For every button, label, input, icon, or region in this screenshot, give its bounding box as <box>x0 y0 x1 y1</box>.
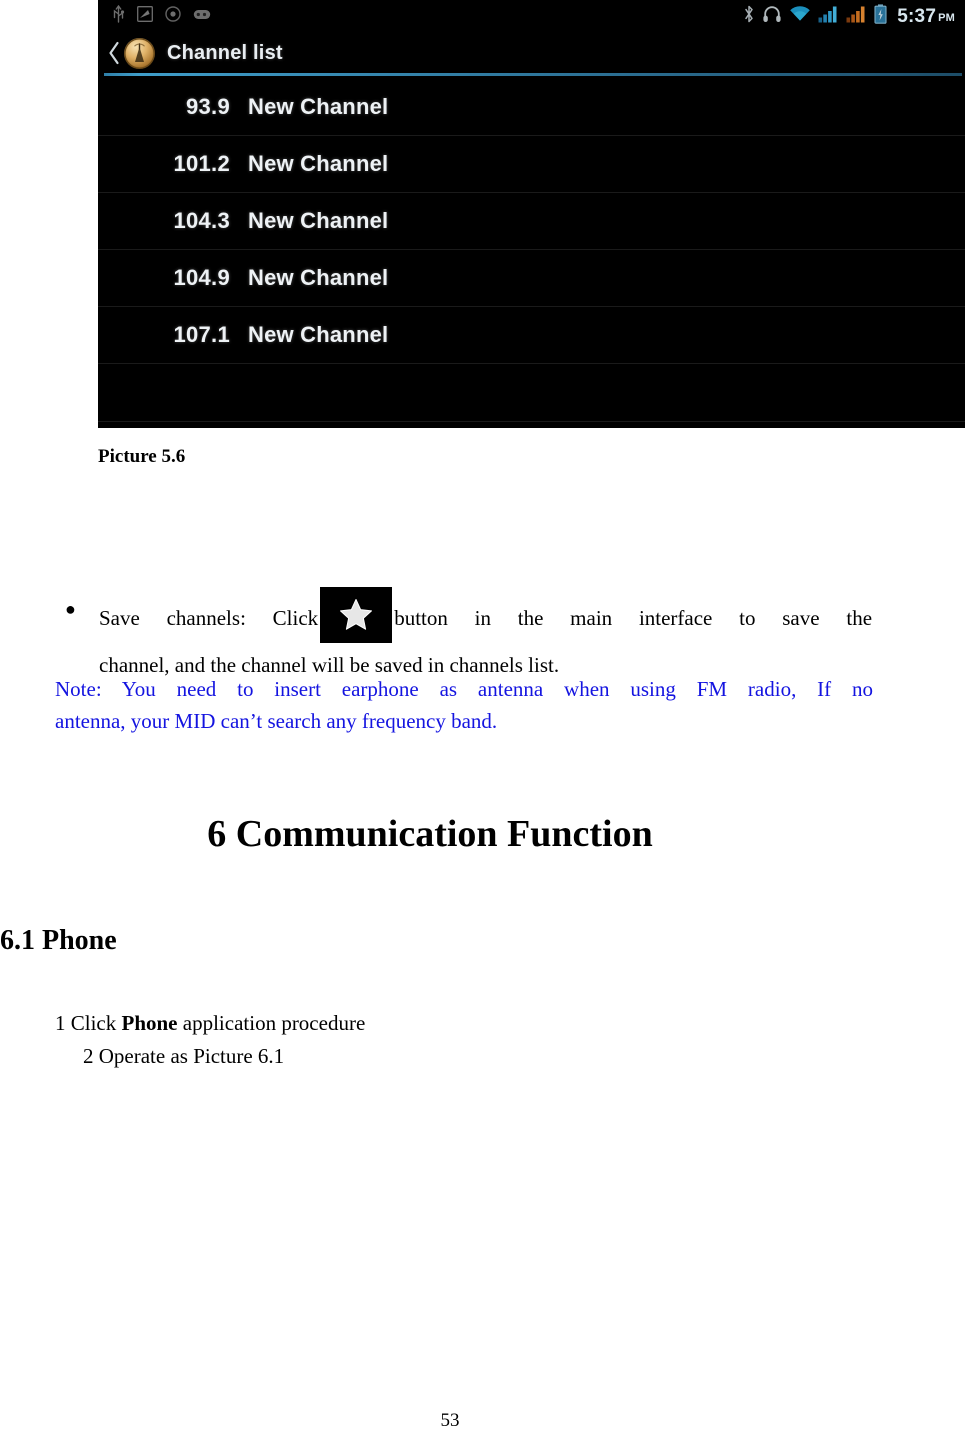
back-chevron-icon[interactable] <box>106 40 122 66</box>
bullet-marker: ● <box>65 599 76 619</box>
status-bar: 5:37 PM <box>98 0 965 33</box>
step-one: 1 Click Phone application procedure <box>55 1011 365 1036</box>
save-channels-bullet: ● Save channels: Click button in the main … <box>57 587 872 687</box>
step-two: 2 Operate as Picture 6.1 <box>83 1044 285 1068</box>
note-line-one: Note: You need to insert earphone as ant… <box>55 677 873 701</box>
step-one-suffix: application procedure <box>177 1011 366 1035</box>
status-bar-clock: 5:37 PM <box>897 5 955 27</box>
channel-name: New Channel <box>248 94 389 119</box>
sd-card-icon <box>137 6 153 27</box>
channel-frequency: 104.9 <box>173 265 230 290</box>
step-one-bold-term: Phone <box>121 1011 178 1035</box>
wifi-icon <box>789 5 811 28</box>
channel-frequency: 101.2 <box>173 151 230 176</box>
page-number: 53 <box>440 1410 460 1431</box>
rounded-tag-icon <box>193 8 211 26</box>
app-bar-title: Channel list <box>167 41 283 64</box>
signal-bars-icon-orange <box>846 5 867 28</box>
channel-name: New Channel <box>248 322 389 347</box>
bullet-text-after-icon: button in the main interface to save the <box>394 606 873 630</box>
table-row[interactable]: 101.2 New Channel <box>98 136 965 193</box>
channel-list-empty-row <box>98 364 965 422</box>
channel-name: New Channel <box>248 208 389 233</box>
star-button-icon <box>320 587 393 643</box>
circle-dot-icon <box>165 6 181 27</box>
battery-icon <box>874 4 887 29</box>
note-line-two: antenna, your MID can’t search any frequ… <box>55 709 498 733</box>
section-heading: 6.1 Phone <box>0 925 117 956</box>
chapter-heading: 6 Communication Function <box>207 813 653 855</box>
note-paragraph: Note: You need to insert earphone as ant… <box>55 673 873 737</box>
fm-radio-tower-icon[interactable] <box>124 37 155 69</box>
table-row[interactable]: 104.3 New Channel <box>98 193 965 250</box>
android-screenshot-figure: 5:37 PM Channel list 93.9 New Channel 101… <box>98 0 965 428</box>
table-row[interactable]: 107.1 New Channel <box>98 307 965 364</box>
channel-name: New Channel <box>248 151 389 176</box>
bullet-text-before-icon: Save channels: Click <box>99 606 319 630</box>
channel-frequency: 104.3 <box>173 208 230 233</box>
step-one-prefix: 1 Click <box>55 1011 122 1035</box>
bluetooth-icon <box>743 4 755 29</box>
headphones-icon <box>762 4 782 29</box>
usb-icon <box>112 4 125 29</box>
signal-bars-icon-blue <box>818 5 839 28</box>
table-row[interactable]: 104.9 New Channel <box>98 250 965 307</box>
table-row[interactable]: 93.9 New Channel <box>98 79 965 136</box>
channel-list[interactable]: 93.9 New Channel 101.2 New Channel 104.3… <box>98 79 965 422</box>
status-bar-left-icons <box>112 4 211 29</box>
app-bar: Channel list <box>98 33 965 73</box>
channel-frequency: 107.1 <box>173 322 230 347</box>
figure-caption: Picture 5.6 <box>98 446 186 467</box>
bullet-line-one: ● Save channels: Click button in the main … <box>57 587 872 643</box>
app-bar-underline <box>104 73 962 76</box>
status-bar-right-icons: 5:37 PM <box>743 4 955 29</box>
channel-name: New Channel <box>248 265 389 290</box>
channel-frequency: 93.9 <box>185 94 230 119</box>
